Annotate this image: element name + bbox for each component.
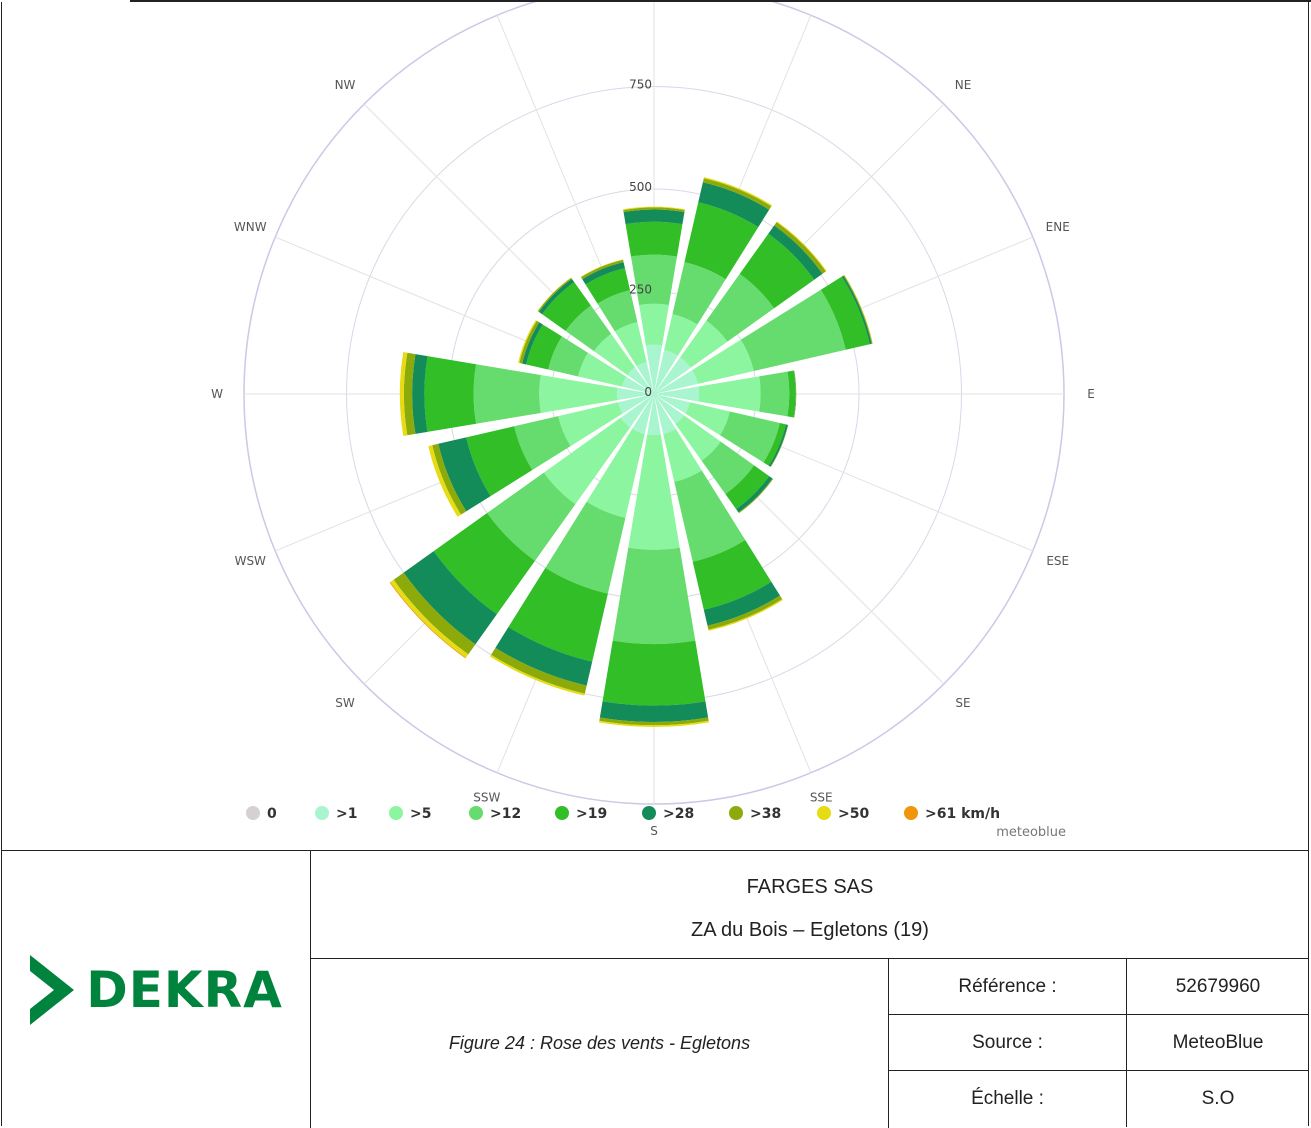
legend-marker bbox=[729, 806, 743, 820]
legend-marker bbox=[315, 806, 329, 820]
wind-rose-svg: 0250500750NNNENEENEEESESESSESSSWSWWSWWWN… bbox=[211, 2, 1095, 840]
legend-label: >28 bbox=[663, 806, 694, 822]
direction-label-w: W bbox=[211, 387, 223, 401]
direction-label-ese: ESE bbox=[1046, 554, 1069, 568]
source-label: meteoblue bbox=[996, 825, 1066, 840]
meta-value: MeteoBlue bbox=[1172, 1031, 1264, 1053]
legend-marker bbox=[246, 806, 260, 820]
direction-label-nw: NW bbox=[335, 78, 356, 92]
legend-label: >19 bbox=[576, 806, 607, 822]
radial-tick-label: 750 bbox=[629, 78, 652, 92]
company-location: ZA du Bois – Egletons (19) bbox=[691, 919, 929, 941]
direction-label-wnw: WNW bbox=[234, 220, 267, 234]
legend-marker bbox=[642, 806, 656, 820]
legend-label: 0 bbox=[267, 806, 277, 822]
company-cell: FARGES SAS ZA du Bois – Egletons (19) bbox=[311, 851, 1309, 959]
direction-label-ene: ENE bbox=[1046, 220, 1070, 234]
legend-marker bbox=[555, 806, 569, 820]
direction-label-ne: NE bbox=[955, 78, 972, 92]
sector-n-4 bbox=[625, 221, 683, 257]
direction-label-ssw: SSW bbox=[473, 791, 500, 805]
direction-label-s: S bbox=[650, 824, 658, 838]
legend-label: >38 bbox=[750, 806, 781, 822]
meta-row-reference: Référence : 52679960 bbox=[889, 959, 1309, 1015]
legend-label: >50 bbox=[838, 806, 869, 822]
figure-caption: Figure 24 : Rose des vents - Egletons bbox=[311, 959, 889, 1128]
legend-marker bbox=[469, 806, 483, 820]
legend-label: >1 bbox=[336, 806, 357, 822]
sector-e-2 bbox=[698, 376, 761, 412]
meta-label: Référence : bbox=[889, 959, 1127, 1014]
sector-w-4 bbox=[424, 356, 477, 432]
sector-n-2 bbox=[639, 303, 669, 346]
meta-label: Échelle : bbox=[889, 1071, 1127, 1127]
sector-s-3 bbox=[612, 547, 696, 645]
legend-marker bbox=[389, 806, 403, 820]
legend-label: >12 bbox=[490, 806, 521, 822]
legend-label: >5 bbox=[410, 806, 431, 822]
company-name: FARGES SAS bbox=[746, 876, 874, 898]
direction-label-sse: SSE bbox=[810, 791, 833, 805]
sector-s-4 bbox=[602, 640, 706, 706]
title-block: DEKRA FARGES SAS ZA du Bois – Egletons (… bbox=[1, 850, 1309, 1128]
direction-label-e: E bbox=[1087, 387, 1095, 401]
sector-w-3 bbox=[473, 364, 541, 424]
dekra-arrow-icon bbox=[30, 954, 75, 1025]
legend-marker bbox=[817, 806, 831, 820]
meta-value: S.O bbox=[1201, 1088, 1235, 1109]
direction-label-se: SE bbox=[955, 696, 970, 710]
radial-tick-label: 250 bbox=[629, 283, 652, 297]
wind-rose-chart: 0250500750NNNENEENEEESESESSESSSWSWWSWWWN… bbox=[0, 2, 1311, 850]
legend-marker bbox=[904, 806, 918, 820]
meta-row-scale: Échelle : S.O bbox=[889, 1071, 1309, 1127]
meta-value: 52679960 bbox=[1175, 975, 1261, 997]
meta-label: Source : bbox=[889, 1015, 1127, 1070]
direction-label-sw: SW bbox=[335, 696, 355, 710]
legend-label: >61 km/h bbox=[925, 806, 1000, 822]
radial-tick-label: 500 bbox=[629, 180, 652, 194]
meta-row-source: Source : MeteoBlue bbox=[889, 1015, 1309, 1071]
sector-n-3 bbox=[630, 254, 678, 306]
logo-cell: DEKRA bbox=[1, 851, 311, 1128]
sector-e-3 bbox=[759, 371, 790, 417]
radial-tick-label: 0 bbox=[644, 385, 652, 399]
direction-label-wsw: WSW bbox=[235, 554, 266, 568]
dekra-logo: DEKRA bbox=[28, 954, 283, 1025]
logo-text: DEKRA bbox=[86, 960, 283, 1019]
